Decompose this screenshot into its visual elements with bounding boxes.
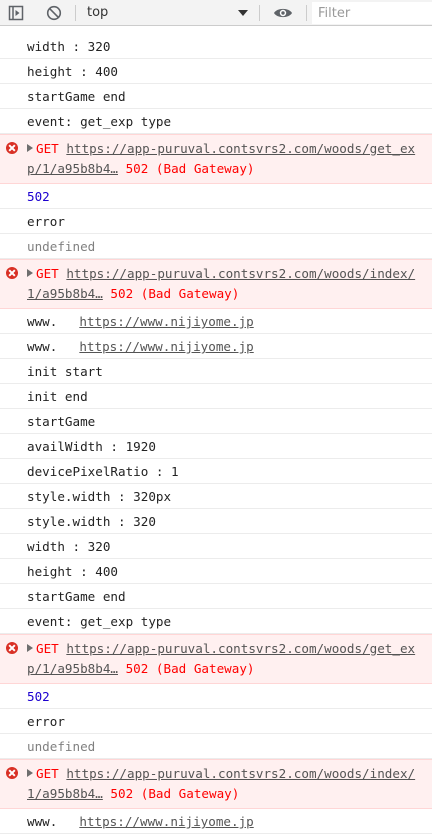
toggle-sidebar-icon[interactable] (4, 0, 28, 26)
log-message: startGame (0, 409, 432, 434)
error-message: GET https://app-puruval.contsvrs2.com/wo… (0, 259, 432, 309)
log-text: init start (27, 364, 103, 379)
console-messages: width : 320 height : 400 startGame end even… (0, 34, 432, 834)
log-text: undefined (27, 239, 96, 254)
log-message: www. https://www.nijiyome.jp (0, 309, 432, 334)
log-text: error (27, 714, 65, 729)
error-icon (6, 767, 18, 779)
status-text: 502 (Bad Gateway) (110, 786, 240, 801)
error-message: GET https://app-puruval.contsvrs2.com/wo… (0, 634, 432, 684)
log-message: 502 (0, 684, 432, 709)
log-text: width : 320 (27, 39, 111, 54)
log-text: availWidth : 1920 (27, 439, 156, 454)
log-message: height : 400 (0, 559, 432, 584)
clear-console-icon[interactable] (42, 0, 66, 26)
log-text: undefined (27, 739, 96, 754)
log-text: devicePixelRatio : 1 (27, 464, 179, 479)
log-link[interactable]: https://www.nijiyome.jp (79, 814, 253, 829)
status-text: 502 (Bad Gateway) (110, 286, 240, 301)
context-selector[interactable]: top (87, 0, 108, 26)
error-message: GET https://app-puruval.contsvrs2.com/wo… (0, 759, 432, 809)
toolbar-divider (259, 5, 260, 21)
log-message: width : 320 (0, 534, 432, 559)
request-method: GET (36, 641, 59, 656)
log-message: style.width : 320 (0, 509, 432, 534)
log-message: init start (0, 359, 432, 384)
log-message: availWidth : 1920 (0, 434, 432, 459)
log-message: undefined (0, 234, 432, 259)
log-text: www. (27, 314, 58, 329)
log-message: error (0, 709, 432, 734)
log-text: 502 (27, 189, 50, 204)
log-text: height : 400 (27, 64, 118, 79)
error-icon (6, 642, 18, 654)
log-text: startGame end (27, 589, 126, 604)
log-text: 502 (27, 689, 50, 704)
chevron-down-icon[interactable] (237, 0, 249, 26)
log-message: devicePixelRatio : 1 (0, 459, 432, 484)
request-method: GET (36, 766, 59, 781)
log-text: event: get_exp type (27, 614, 172, 629)
log-message: event: get_exp type (0, 609, 432, 634)
log-message: startGame end (0, 84, 432, 109)
log-message: error (0, 209, 432, 234)
error-icon (6, 142, 18, 154)
log-link[interactable]: https://www.nijiyome.jp (79, 314, 253, 329)
log-text: www. (27, 339, 58, 354)
log-message: undefined (0, 734, 432, 759)
toolbar-divider (306, 5, 307, 21)
request-method: GET (36, 141, 59, 156)
status-text: 502 (Bad Gateway) (125, 661, 255, 676)
expand-arrow-icon[interactable] (27, 144, 33, 152)
log-message: style.width : 320px (0, 484, 432, 509)
log-message: height : 400 (0, 59, 432, 84)
log-link[interactable]: https://www.nijiyome.jp (79, 339, 253, 354)
log-text: www. (27, 814, 58, 829)
log-text: error (27, 214, 65, 229)
log-message: init end (0, 384, 432, 409)
log-message: event: get_exp type (0, 109, 432, 134)
error-message: GET https://app-puruval.contsvrs2.com/wo… (0, 134, 432, 184)
filter-input[interactable] (312, 2, 432, 24)
log-text: height : 400 (27, 564, 118, 579)
status-text: 502 (Bad Gateway) (125, 161, 255, 176)
log-text: width : 320 (27, 539, 111, 554)
log-message: width : 320 (0, 34, 432, 59)
log-text: startGame end (27, 89, 126, 104)
log-message: www. https://www.nijiyome.jp (0, 809, 432, 834)
log-text: startGame (27, 414, 96, 429)
log-text: init end (27, 389, 88, 404)
log-text: style.width : 320px (27, 489, 172, 504)
log-message: www. https://www.nijiyome.jp (0, 334, 432, 359)
log-message: startGame end (0, 584, 432, 609)
expand-arrow-icon[interactable] (27, 769, 33, 777)
console-toolbar: top (0, 0, 432, 26)
log-text: style.width : 320 (27, 514, 156, 529)
error-icon (6, 267, 18, 279)
expand-arrow-icon[interactable] (27, 269, 33, 277)
log-text: event: get_exp type (27, 114, 172, 129)
request-method: GET (36, 266, 59, 281)
eye-icon[interactable] (270, 0, 296, 26)
toolbar-divider (75, 5, 76, 21)
expand-arrow-icon[interactable] (27, 644, 33, 652)
log-message: 502 (0, 184, 432, 209)
